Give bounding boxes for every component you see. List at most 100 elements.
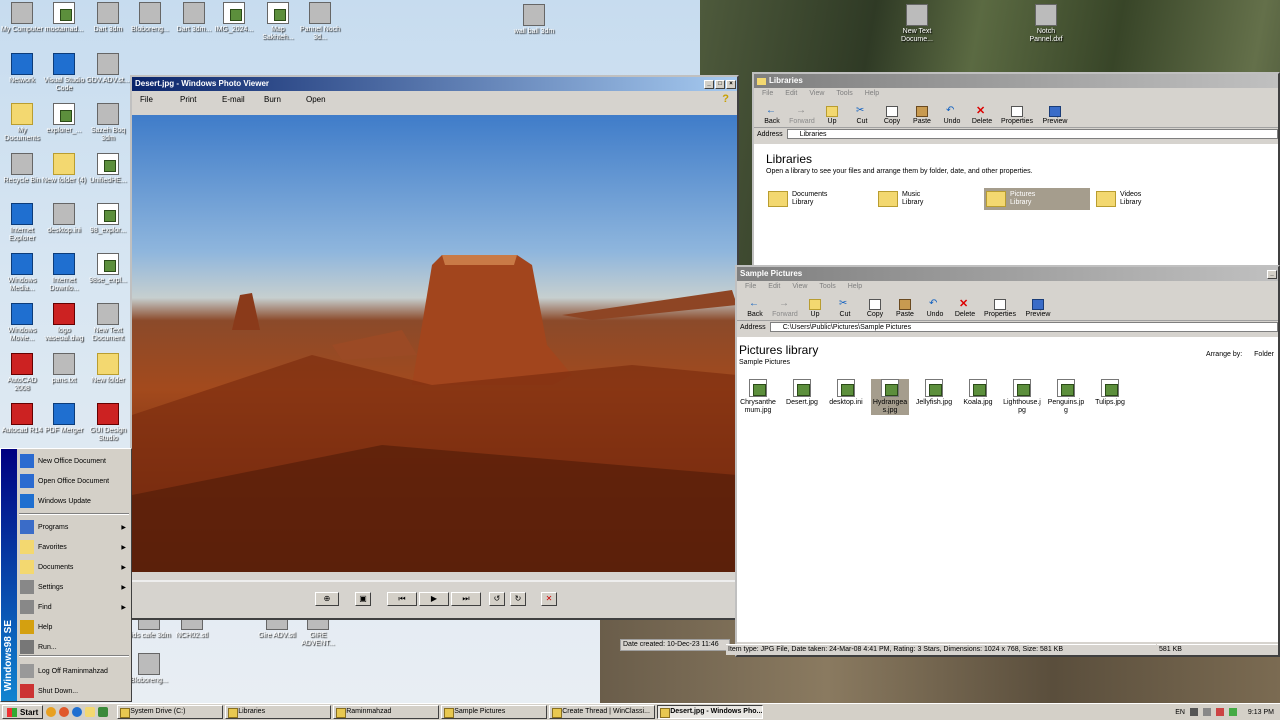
desktop-icon[interactable]: My Computer	[0, 2, 44, 34]
menu-burn[interactable]: Burn	[264, 95, 306, 104]
start-menu-item[interactable]: Run...	[18, 637, 131, 657]
start-menu-item[interactable]: Find ▶	[18, 597, 131, 617]
preview-button[interactable]: Preview	[1040, 106, 1070, 125]
start-menu-item[interactable]: New Office Document	[18, 451, 131, 471]
zoom-button[interactable]: ⊕	[315, 592, 339, 606]
library-videos[interactable]: Videos Library	[1094, 188, 1200, 210]
menu-view[interactable]: View	[809, 88, 824, 100]
cut-button[interactable]: ✂ Cut	[850, 106, 874, 126]
library-documents[interactable]: Documents Library	[766, 188, 872, 210]
desktop-icon[interactable]: Map Sakhteh...	[256, 2, 300, 42]
start-button[interactable]: Start	[2, 705, 44, 719]
desktop-icon[interactable]: explorer_...	[42, 103, 86, 135]
arrange-by[interactable]: Arrange by: Folder	[1206, 351, 1274, 358]
desktop-icon[interactable]: Windows Movie...	[0, 303, 44, 343]
libraries-titlebar[interactable]: Libraries	[754, 74, 1278, 88]
desktop-icon[interactable]: Bloboreng...	[127, 653, 171, 685]
language-indicator[interactable]: EN	[1175, 709, 1185, 716]
taskbar-button[interactable]: System Drive (C:)	[117, 705, 224, 719]
next-button[interactable]: ⏭	[451, 592, 481, 606]
picture-file[interactable]: Penguins.jpg	[1047, 379, 1085, 415]
picture-file[interactable]: desktop.ini	[827, 379, 865, 407]
desktop-icon[interactable]: Network	[0, 53, 44, 85]
desktop-icon[interactable]: Dart 3dm...	[172, 2, 216, 34]
taskbar-button[interactable]: Raminmahzad	[333, 705, 440, 719]
picture-file[interactable]: Chrysanthemum.jpg	[739, 379, 777, 415]
photo-viewer-titlebar[interactable]: Desert.jpg - Windows Photo Viewer _ □ ×	[132, 77, 737, 91]
start-menu-item[interactable]: Open Office Document	[18, 471, 131, 491]
desktop-icon[interactable]: New Text Document	[86, 303, 130, 343]
chrome-icon[interactable]	[46, 707, 57, 717]
library-music[interactable]: Music Library	[876, 188, 982, 210]
minimize-button[interactable]: _	[704, 79, 714, 89]
forward-button[interactable]: → Forward	[772, 299, 798, 319]
properties-button[interactable]: Properties	[983, 299, 1017, 318]
firefox-icon[interactable]	[59, 707, 70, 717]
start-menu-item[interactable]: Programs ▶	[18, 517, 131, 537]
menu-file[interactable]: File	[140, 95, 180, 104]
maximize-button[interactable]: □	[715, 79, 725, 89]
menu-file[interactable]: File	[762, 88, 773, 100]
desktop-icon[interactable]: Bloboreng...	[128, 2, 172, 34]
picture-file[interactable]: Desert.jpg	[783, 379, 821, 407]
delete-button[interactable]: ✕ Delete	[953, 299, 977, 319]
taskbar-button[interactable]: Sample Pictures	[441, 705, 548, 719]
desktop-icon[interactable]: logo vaseoal.dwg	[42, 303, 86, 343]
properties-button[interactable]: Properties	[1000, 106, 1034, 125]
address-field[interactable]: C:\Users\Public\Pictures\Sample Pictures	[769, 322, 1278, 332]
rotate-left-button[interactable]: ↺	[489, 592, 505, 606]
paste-button[interactable]: Paste	[893, 299, 917, 318]
preview-button[interactable]: Preview	[1023, 299, 1053, 318]
undo-button[interactable]: ↶ Undo	[940, 106, 964, 126]
desktop-icon[interactable]: GUI Design Studio	[86, 403, 130, 443]
desktop-icon[interactable]: Pannel Noch 3d...	[298, 2, 342, 42]
taskbar-button[interactable]: Desert.jpg - Windows Pho...	[657, 705, 764, 719]
start-menu-item[interactable]: Favorites ▶	[18, 537, 131, 557]
picture-file[interactable]: Koala.jpg	[959, 379, 997, 407]
minimize-button[interactable]: _	[1267, 269, 1277, 279]
rotate-right-button[interactable]: ↻	[510, 592, 526, 606]
desktop-icon[interactable]: 98_explor...	[86, 203, 130, 235]
desktop-icon[interactable]: Sazeh Boq 3dm	[86, 103, 130, 143]
desktop-icon[interactable]: AutoCAD 2008	[0, 353, 44, 393]
volume-icon[interactable]	[1202, 708, 1211, 716]
up-button[interactable]: Up	[820, 106, 844, 125]
desktop-icon[interactable]: Dart 3dm	[86, 2, 130, 34]
desktop-icon[interactable]: New folder (4)	[42, 153, 86, 185]
desktop-icon[interactable]: Internet Downlo...	[42, 253, 86, 293]
desktop-icon[interactable]: GDV.ADV.st...	[86, 53, 130, 85]
menu-view[interactable]: View	[792, 281, 807, 293]
slideshow-button[interactable]: ▶	[419, 592, 449, 606]
desktop-icon[interactable]: Recycle Bin	[0, 153, 44, 185]
desktop-icon[interactable]: mostamad...	[42, 2, 86, 34]
delete-button[interactable]: ✕	[541, 592, 557, 606]
copy-button[interactable]: Copy	[880, 106, 904, 125]
desktop-icon[interactable]: Notch Pannel.dxf	[1024, 4, 1068, 44]
desktop-icon[interactable]: desktop.ini	[42, 203, 86, 235]
desktop-icon[interactable]: IMG_2024...	[212, 2, 256, 34]
menu-tools[interactable]: Tools	[819, 281, 835, 293]
menu-edit[interactable]: Edit	[785, 88, 797, 100]
menu-email[interactable]: E-mail	[222, 95, 264, 104]
desktop-icon[interactable]: My Documents	[0, 103, 44, 143]
network-icon[interactable]	[1189, 708, 1198, 716]
back-button[interactable]: ← Back	[743, 299, 767, 319]
taskbar-button[interactable]: Create Thread | WinClassi...	[549, 705, 656, 719]
close-button[interactable]: ×	[726, 79, 736, 89]
desktop-icon[interactable]: pans.txt	[42, 353, 86, 385]
arrange-by-value[interactable]: Folder	[1254, 351, 1274, 358]
start-menu-item[interactable]: Help	[18, 617, 131, 637]
menu-edit[interactable]: Edit	[768, 281, 780, 293]
desktop-icon[interactable]: Windows Media...	[0, 253, 44, 293]
desktop-icon[interactable]: Internet Explorer	[0, 203, 44, 243]
start-menu-item[interactable]: Log Off Raminmahzad	[18, 661, 131, 681]
up-button[interactable]: Up	[803, 299, 827, 318]
picture-file[interactable]: Hydrangeas.jpg	[871, 379, 909, 415]
undo-button[interactable]: ↶ Undo	[923, 299, 947, 319]
desktop-icon[interactable]: 98se_expl...	[86, 253, 130, 285]
address-field[interactable]: Libraries	[786, 129, 1278, 139]
picture-file[interactable]: Lighthouse.jpg	[1003, 379, 1041, 415]
library-pictures[interactable]: Pictures Library	[984, 188, 1090, 210]
desktop-icon[interactable]: UnifiedHE...	[86, 153, 130, 185]
start-menu-item[interactable]: Windows Update	[18, 491, 131, 511]
